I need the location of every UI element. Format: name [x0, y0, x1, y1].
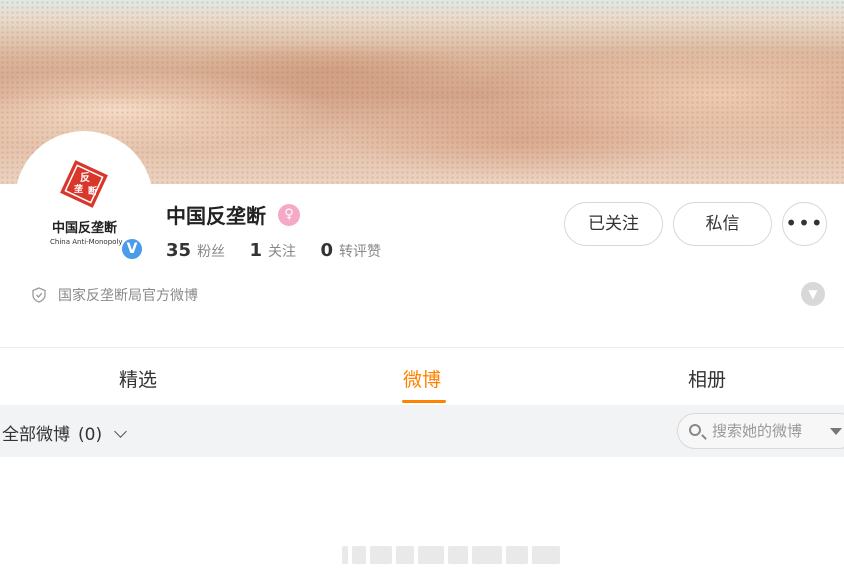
- stat-following[interactable]: 1 关注: [250, 240, 297, 261]
- stat-reposts-value: 0: [320, 240, 334, 261]
- profile-name: 中国反垄断: [166, 204, 266, 228]
- profile-stats: 35 粉丝 1 关注 0 转评赞: [166, 240, 401, 261]
- tab-album[interactable]: 相册: [688, 365, 726, 392]
- follow-button[interactable]: 已关注: [564, 202, 663, 246]
- avatar-cn-text: 中国反垄断: [52, 220, 117, 236]
- chevron-down-icon: [114, 425, 127, 438]
- verified-icon: V: [120, 237, 144, 261]
- stat-followers[interactable]: 35 粉丝: [166, 240, 226, 261]
- svg-text:断: 断: [88, 185, 97, 197]
- divider: [0, 347, 844, 348]
- filter-dropdown[interactable]: 全部微博 (0): [2, 420, 127, 445]
- stat-following-value: 1: [249, 240, 263, 261]
- search-input[interactable]: [712, 414, 822, 448]
- loading-placeholder: [342, 546, 564, 568]
- caret-down-icon[interactable]: [830, 428, 842, 435]
- stat-following-label: 关注: [268, 244, 297, 260]
- stat-followers-label: 粉丝: [197, 244, 226, 260]
- svg-text:反: 反: [80, 171, 90, 184]
- stat-reposts-label: 转评赞: [339, 244, 382, 260]
- message-button[interactable]: 私信: [673, 202, 772, 246]
- filter-count: (0): [78, 425, 103, 445]
- more-button[interactable]: •••: [782, 202, 827, 246]
- stat-followers-value: 35: [166, 240, 192, 261]
- search-box[interactable]: [677, 413, 844, 449]
- chevron-down-icon[interactable]: ▼: [801, 282, 825, 306]
- search-icon: [689, 424, 701, 436]
- avatar-en-text: China Anti-Monopoly: [50, 238, 123, 246]
- description-text: 国家反垄断局官方微博: [58, 288, 198, 304]
- active-tab-indicator: [402, 400, 446, 403]
- tab-weibo[interactable]: 微博: [403, 365, 441, 392]
- female-icon: ♀: [278, 204, 300, 226]
- stat-reposts[interactable]: 0 转评赞: [321, 240, 382, 261]
- tab-featured[interactable]: 精选: [119, 365, 157, 392]
- shield-icon: [32, 287, 46, 303]
- svg-text:垄: 垄: [74, 183, 83, 195]
- filter-label: 全部微博: [2, 425, 70, 445]
- profile-description: 国家反垄断局官方微博: [32, 285, 198, 305]
